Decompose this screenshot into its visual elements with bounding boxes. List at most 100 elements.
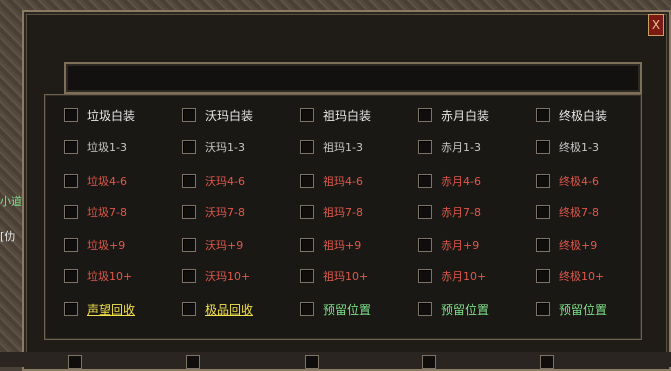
option-checkbox[interactable] <box>182 108 196 122</box>
option-checkbox[interactable] <box>64 205 78 219</box>
option-cell[interactable]: 声望回收 <box>64 299 135 319</box>
option-checkbox[interactable] <box>418 174 432 188</box>
option-checkbox[interactable] <box>182 269 196 283</box>
option-label: 终极7-8 <box>559 206 599 219</box>
option-cell[interactable]: 赤月7-8 <box>418 202 481 222</box>
option-cell[interactable]: 垃圾10+ <box>64 266 132 286</box>
option-checkbox[interactable] <box>300 269 314 283</box>
option-cell[interactable]: 预留位置 <box>536 299 607 319</box>
option-checkbox[interactable] <box>418 238 432 252</box>
option-label: 沃玛7-8 <box>205 206 245 219</box>
option-cell[interactable]: 沃玛白装 <box>182 105 253 125</box>
option-checkbox[interactable] <box>64 269 78 283</box>
option-checkbox[interactable] <box>418 108 432 122</box>
option-cell[interactable]: 沃玛10+ <box>182 266 250 286</box>
option-checkbox[interactable] <box>418 205 432 219</box>
option-cell[interactable]: 终极4-6 <box>536 171 599 191</box>
option-cell[interactable]: 祖玛+9 <box>300 235 361 255</box>
option-label: 声望回收 <box>87 302 136 317</box>
option-cell[interactable]: 终极白装 <box>536 105 607 125</box>
option-cell[interactable]: 祖玛白装 <box>300 105 371 125</box>
option-checkbox[interactable] <box>300 174 314 188</box>
option-checkbox[interactable] <box>536 205 550 219</box>
option-cell[interactable]: 祖玛1-3 <box>300 137 363 157</box>
option-cell[interactable]: 终极1-3 <box>536 137 599 157</box>
option-cell[interactable]: 垃圾1-3 <box>64 137 127 157</box>
option-cell[interactable]: 终极10+ <box>536 266 604 286</box>
option-label: 赤月7-8 <box>441 206 481 219</box>
option-cell[interactable]: 预留位置 <box>300 299 371 319</box>
option-checkbox[interactable] <box>182 302 196 316</box>
option-checkbox[interactable] <box>536 269 550 283</box>
option-cell[interactable]: 沃玛7-8 <box>182 202 245 222</box>
option-cell[interactable]: 沃玛1-3 <box>182 137 245 157</box>
option-checkbox[interactable] <box>536 238 550 252</box>
option-checkbox[interactable] <box>64 238 78 252</box>
option-label: 赤月+9 <box>441 239 480 252</box>
option-checkbox[interactable] <box>64 108 78 122</box>
option-cell[interactable]: 预留位置 <box>418 299 489 319</box>
option-checkbox[interactable] <box>64 140 78 154</box>
option-checkbox[interactable] <box>300 108 314 122</box>
option-label: 垃圾白装 <box>87 108 136 123</box>
option-label: 垃圾1-3 <box>87 141 127 154</box>
option-label: 赤月白装 <box>441 108 490 123</box>
option-checkbox[interactable] <box>300 302 314 316</box>
option-checkbox[interactable] <box>418 140 432 154</box>
option-cell[interactable]: 垃圾7-8 <box>64 202 127 222</box>
option-label: 沃玛+9 <box>205 239 244 252</box>
option-checkbox[interactable] <box>536 108 550 122</box>
option-cell[interactable]: 垃圾白装 <box>64 105 135 125</box>
option-checkbox[interactable] <box>300 140 314 154</box>
option-cell[interactable]: 赤月白装 <box>418 105 489 125</box>
option-label: 预留位置 <box>441 302 490 317</box>
option-cell[interactable]: 赤月+9 <box>418 235 479 255</box>
world-label: [仂 <box>0 230 16 243</box>
recycle-settings-window: X 垃圾白装 沃玛白装 祖玛白装 赤月白装 终极白装垃圾1-3 沃玛1-3 祖玛1-3 赤月1… <box>22 10 671 371</box>
option-label: 沃玛1-3 <box>205 141 245 154</box>
option-label: 终极1-3 <box>559 141 599 154</box>
option-label: 赤月4-6 <box>441 175 481 188</box>
option-label: 沃玛白装 <box>205 108 254 123</box>
option-label: 极品回收 <box>205 302 254 317</box>
option-checkbox[interactable] <box>182 174 196 188</box>
option-checkbox[interactable] <box>64 174 78 188</box>
option-checkbox[interactable] <box>536 302 550 316</box>
option-checkbox[interactable] <box>418 269 432 283</box>
option-checkbox[interactable] <box>300 205 314 219</box>
option-label: 祖玛10+ <box>323 270 369 283</box>
option-checkbox[interactable] <box>536 140 550 154</box>
option-label: 预留位置 <box>323 302 372 317</box>
option-cell[interactable]: 垃圾+9 <box>64 235 125 255</box>
option-checkbox[interactable] <box>536 174 550 188</box>
recycle-options-panel: 垃圾白装 沃玛白装 祖玛白装 赤月白装 终极白装垃圾1-3 沃玛1-3 祖玛1-3 赤月1-3… <box>44 94 642 340</box>
option-label: 祖玛白装 <box>323 108 372 123</box>
close-button[interactable]: X <box>648 14 664 36</box>
option-label: 沃玛4-6 <box>205 175 245 188</box>
option-label: 垃圾7-8 <box>87 206 127 219</box>
option-label: 预留位置 <box>559 302 608 317</box>
option-checkbox[interactable] <box>64 302 78 316</box>
option-checkbox[interactable] <box>418 302 432 316</box>
option-cell[interactable]: 沃玛+9 <box>182 235 243 255</box>
option-cell[interactable]: 沃玛4-6 <box>182 171 245 191</box>
option-checkbox[interactable] <box>182 205 196 219</box>
option-label: 祖玛4-6 <box>323 175 363 188</box>
option-cell[interactable]: 祖玛7-8 <box>300 202 363 222</box>
title-bar <box>64 62 642 94</box>
option-label: 赤月10+ <box>441 270 487 283</box>
option-cell[interactable]: 赤月10+ <box>418 266 486 286</box>
option-cell[interactable]: 垃圾4-6 <box>64 171 127 191</box>
option-checkbox[interactable] <box>182 140 196 154</box>
option-checkbox[interactable] <box>300 238 314 252</box>
option-cell[interactable]: 祖玛4-6 <box>300 171 363 191</box>
world-label: 小道 <box>0 195 22 208</box>
option-cell[interactable]: 终极7-8 <box>536 202 599 222</box>
option-cell[interactable]: 赤月4-6 <box>418 171 481 191</box>
option-cell[interactable]: 极品回收 <box>182 299 253 319</box>
option-label: 终极4-6 <box>559 175 599 188</box>
option-cell[interactable]: 祖玛10+ <box>300 266 368 286</box>
option-checkbox[interactable] <box>182 238 196 252</box>
option-cell[interactable]: 终极+9 <box>536 235 597 255</box>
option-cell[interactable]: 赤月1-3 <box>418 137 481 157</box>
